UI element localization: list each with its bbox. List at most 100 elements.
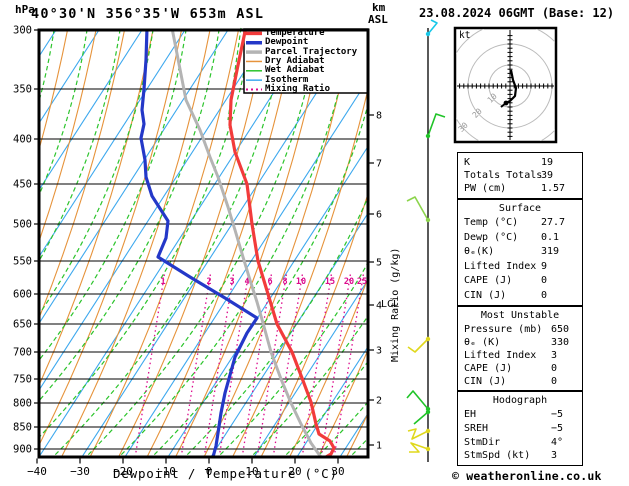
pressure-tick-label: 900 [13, 444, 32, 456]
table-row-value: 0.1 [541, 231, 560, 243]
table-row-value: −5 [551, 422, 564, 434]
wind-barb [406, 196, 429, 221]
wind-barb [406, 390, 429, 410]
altitude-unit-asl: ASL [368, 13, 388, 26]
pressure-tick-label: 300 [13, 25, 32, 37]
table-row-value: 650 [551, 324, 570, 335]
wind-barb-dot [425, 336, 431, 342]
table-row-label: SREH [464, 422, 489, 434]
table-header: Surface [498, 203, 542, 214]
table-row-value: 27.7 [541, 217, 566, 228]
wind-barb [407, 338, 429, 353]
mixing-ratio-value: 8 [282, 277, 287, 287]
km-tick-label: 2 [376, 396, 382, 407]
pressure-tick-label: 650 [13, 319, 32, 331]
table-row-label: K [464, 157, 471, 168]
table-row-value: 0 [551, 376, 558, 387]
dry-adiabat-line [117, 30, 268, 457]
table-row-value: 3 [551, 450, 558, 462]
wet-adiabat-line [40, 30, 253, 438]
table-row-value: 0 [541, 275, 548, 286]
table-row-label: CAPE (J) [464, 363, 513, 374]
km-tick-label: 3 [376, 346, 382, 357]
dry-adiabat-line [288, 278, 367, 457]
table-row-value: 4° [551, 436, 564, 448]
table-row-label: Pressure (mb) [464, 324, 543, 335]
pressure-tick-label: 500 [13, 219, 32, 231]
pressure-tick-label: 400 [13, 134, 32, 146]
isotherm-line [40, 30, 272, 390]
km-tick-label: 7 [376, 159, 382, 170]
copyright: © weatheronline.co.uk [452, 469, 602, 483]
table-row-value: −5 [551, 409, 564, 420]
wind-barb-dot [425, 133, 431, 139]
pressure-tick-label: 600 [13, 289, 32, 301]
table-row-value: 0 [541, 289, 548, 301]
km-tick-label: 8 [376, 111, 382, 122]
table-header: Most Unstable [480, 310, 560, 321]
table-row-value: 39 [541, 170, 554, 181]
dry-adiabat-line [260, 195, 367, 457]
wind-barb [407, 428, 429, 440]
table-row-label: CIN (J) [464, 376, 507, 387]
mixing-ratio-value: 3 [229, 277, 234, 287]
wind-barb-dot [425, 409, 431, 415]
table-row-value: 19 [541, 157, 554, 168]
dry-adiabat-line [174, 30, 325, 457]
table-row-value: 3 [551, 350, 558, 361]
station-title: 40°30'N 356°35'W 653m ASL [31, 6, 265, 22]
table-row-label: Lifted Index [464, 350, 537, 361]
isotherm-line [81, 30, 358, 457]
mixing-ratio-value: 20 [344, 277, 354, 287]
table-row-label: CAPE (J) [464, 275, 513, 286]
table-hodograph_stats: Hodograph EH −5 SREH −5 StmDir 4° StmSpd (kt) 3 [457, 391, 583, 466]
datetime-label: 23.08.2024 06GMT (Base: 12) [419, 6, 615, 20]
mixing-ratio-value: 15 [325, 277, 335, 287]
table-row-label: θₑ (K) [464, 337, 501, 348]
pressure-tick-label: 350 [13, 84, 32, 96]
wind-barb-dot [425, 428, 431, 434]
table-row-label: StmDir [464, 436, 501, 448]
wind-barb [409, 442, 429, 453]
dry-adiabat-line [60, 30, 211, 457]
pressure-tick-label: 550 [13, 256, 32, 268]
table-indices: K 19 Totals Totals 39 PW (cm) 1.57 [457, 152, 583, 199]
dry-adiabat-line [40, 30, 183, 445]
table-row-value: 0 [551, 363, 558, 374]
table-row-label: Dewp (°C) [464, 231, 519, 243]
table-row-label: PW (cm) [464, 183, 507, 194]
pressure-tick-label: 700 [13, 347, 32, 359]
wind-barb [413, 411, 429, 425]
table-row-label: θₑ(K) [464, 246, 495, 257]
table-row-value: 330 [551, 337, 570, 348]
km-tick-label: 6 [376, 210, 382, 221]
legend-item-wet-adiabat: Wet Adiabat [265, 65, 325, 75]
table-row-label: CIN (J) [464, 289, 507, 301]
table-row-value: 1.57 [541, 183, 566, 194]
wind-barb [427, 113, 446, 137]
wind-barb-dot [425, 446, 431, 452]
wind-barb-dot [425, 217, 431, 223]
table-row-label: Lifted Index [464, 260, 537, 272]
table-row-value: 319 [541, 246, 560, 257]
table-most_unstable: Most Unstable Pressure (mb) 650 θₑ (K) 330 Li… [457, 306, 583, 391]
mixing-ratio-axis-title: Mixing Ratio (g/kg) [390, 247, 401, 362]
table-row-label: EH [464, 409, 477, 420]
legend-item-dewpoint: Dewpoint [265, 37, 309, 47]
legend-item-mixing-ratio: Mixing Ratio [265, 84, 331, 94]
pressure-tick-label: 450 [13, 179, 32, 191]
mixing-ratio-value: 10 [296, 277, 306, 287]
x-axis-title: Dewpoint / Temperature (°C) [113, 466, 338, 481]
hodograph-unit-label: kt [459, 30, 471, 41]
table-header: Hodograph [492, 395, 548, 406]
pressure-tick-label: 750 [13, 374, 32, 386]
mixing-ratio-value: 25 [357, 277, 367, 287]
km-tick-label: 5 [376, 258, 382, 269]
chart-border [37, 28, 370, 459]
table-surface: Surface Temp (°C) 27.7 Dewp (°C) 0.1 θₑ(K) 319… [457, 199, 583, 306]
km-tick-label: 1 [376, 441, 382, 452]
sounding-screenshot: 1 2 3 4 6 8 10 15 20 25 300 350 400 450 500 550 600 650 70… [0, 0, 629, 486]
table-row-value: 9 [541, 260, 548, 272]
isotherm-line [40, 30, 315, 457]
table-row-label: StmSpd (kt) [464, 450, 531, 462]
